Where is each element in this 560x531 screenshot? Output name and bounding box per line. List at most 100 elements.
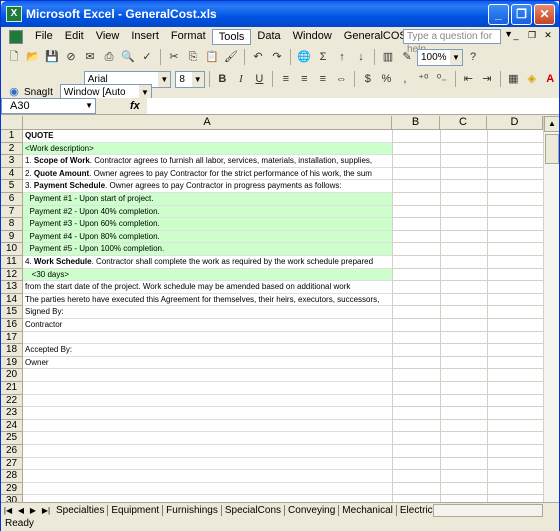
cell-a22[interactable] — [23, 395, 392, 408]
cell-a27[interactable] — [23, 458, 392, 471]
sheet-tab-specialcons[interactable]: SpecialCons — [222, 504, 286, 516]
cell-a2[interactable]: <Work description> — [23, 142, 392, 156]
format-painter-icon[interactable]: 🖌 — [222, 48, 240, 66]
paste-icon[interactable]: 📋 — [203, 48, 221, 66]
cell-a12[interactable]: <30 days> — [23, 268, 392, 282]
select-all-corner[interactable] — [1, 116, 23, 130]
row-header[interactable]: 7 — [1, 205, 23, 219]
row-header[interactable]: 25 — [1, 432, 23, 445]
row-header[interactable]: 18 — [1, 344, 23, 357]
first-sheet-icon[interactable]: |◀ — [4, 506, 12, 515]
cell-a29[interactable] — [23, 483, 392, 496]
column-header-a[interactable]: A — [23, 116, 392, 130]
cell-a4[interactable]: 2. Quote Amount. Owner agrees to pay Con… — [23, 168, 392, 181]
sort-ascending-icon[interactable]: ↑ — [333, 48, 351, 66]
cell-a23[interactable] — [23, 407, 392, 420]
sheet-tab-specialties[interactable]: Specialties — [53, 504, 109, 516]
menu-tools[interactable]: Tools — [211, 28, 252, 45]
redo-icon[interactable]: ↷ — [268, 48, 286, 66]
column-header-d[interactable]: D — [487, 116, 543, 130]
sort-descending-icon[interactable]: ↓ — [352, 48, 370, 66]
cell-a19[interactable]: Owner — [23, 357, 392, 370]
row-header[interactable]: 28 — [1, 470, 23, 483]
next-sheet-icon[interactable]: ▶ — [30, 506, 36, 515]
row-header[interactable]: 30 — [1, 495, 23, 502]
doc-minimize-icon[interactable]: _ — [509, 29, 523, 43]
cell-a20[interactable] — [23, 369, 392, 382]
row-header[interactable]: 26 — [1, 445, 23, 458]
cell-a28[interactable] — [23, 470, 392, 483]
row-header[interactable]: 14 — [1, 293, 23, 307]
doc-close-icon[interactable]: ✕ — [541, 29, 555, 43]
row-header[interactable]: 21 — [1, 382, 23, 395]
sheet-tab-conveying[interactable]: Conveying — [285, 504, 340, 516]
row-header[interactable]: 27 — [1, 457, 23, 471]
workbook-icon[interactable] — [9, 29, 23, 44]
cell-a13[interactable]: from the start date of the project. Work… — [23, 281, 392, 294]
close-button[interactable]: ✕ — [534, 4, 555, 25]
worksheet-grid[interactable]: A B C D 1 QUOTE 2 <Work description> 3 1. Sco… — [1, 116, 559, 502]
cell-a25[interactable] — [23, 432, 392, 445]
last-sheet-icon[interactable]: ▶| — [42, 506, 50, 515]
cell-a3[interactable]: 1. Scope of Work. Contractor agrees to f… — [23, 155, 392, 168]
cell-a21[interactable] — [23, 382, 392, 395]
hyperlink-icon[interactable]: 🌐 — [295, 48, 313, 66]
autosum-icon[interactable]: Σ — [314, 48, 332, 66]
copy-icon[interactable]: ⎘ — [184, 48, 202, 66]
menu-window[interactable]: Window — [287, 29, 338, 45]
cut-icon[interactable]: ✂ — [165, 48, 183, 66]
row-header[interactable]: 9 — [1, 230, 23, 244]
minimize-button[interactable]: _ — [488, 4, 509, 25]
cell-a1[interactable]: QUOTE — [23, 130, 392, 143]
cell-a14[interactable]: The parties hereto have executed this Ag… — [23, 294, 392, 307]
row-header[interactable]: 11 — [1, 256, 23, 269]
cell-a16[interactable]: Contractor — [23, 319, 392, 332]
row-header[interactable]: 23 — [1, 407, 23, 420]
cell-a15[interactable]: Signed By: — [23, 306, 392, 319]
scroll-up-icon[interactable]: ▲ — [544, 116, 559, 132]
email-icon[interactable]: ✉ — [81, 48, 99, 66]
snagit-label[interactable]: SnagIt — [24, 87, 53, 98]
row-header[interactable]: 1 — [1, 130, 23, 143]
cell-a10[interactable]: Payment #5 - Upon 100% completion. — [23, 243, 392, 256]
row-header[interactable]: 15 — [1, 306, 23, 319]
prev-sheet-icon[interactable]: ◀ — [18, 506, 24, 515]
menu-format[interactable]: Format — [165, 29, 212, 45]
menu-data[interactable]: Data — [251, 29, 286, 45]
help-icon[interactable]: ? — [464, 48, 482, 66]
row-header[interactable]: 8 — [1, 218, 23, 231]
menu-insert[interactable]: Insert — [125, 29, 165, 45]
row-header[interactable]: 3 — [1, 155, 23, 168]
new-icon[interactable]: 🗋 — [5, 48, 23, 66]
print-icon[interactable]: ⎙ — [100, 48, 118, 66]
print-preview-icon[interactable]: 🔍 — [119, 48, 137, 66]
row-header[interactable]: 24 — [1, 419, 23, 433]
drawing-icon[interactable]: ✎ — [398, 48, 416, 66]
fx-icon[interactable]: fx — [130, 100, 140, 112]
row-header[interactable]: 20 — [1, 369, 23, 382]
chart-wizard-icon[interactable]: ▥ — [379, 48, 397, 66]
doc-restore-icon[interactable]: ❐ — [525, 29, 539, 43]
permission-icon[interactable]: ⊘ — [62, 48, 80, 66]
ask-question-input[interactable]: Type a question for help — [403, 29, 501, 55]
cell-a18[interactable]: Accepted By: — [23, 344, 392, 357]
name-box[interactable]: A30 ▼ — [1, 98, 96, 114]
spelling-icon[interactable]: ✓ — [138, 48, 156, 66]
cell-a5[interactable]: 3. Payment Schedule. Owner agrees to pay… — [23, 180, 392, 193]
scroll-thumb[interactable] — [545, 134, 559, 164]
menu-view[interactable]: View — [90, 29, 126, 45]
column-header-b[interactable]: B — [392, 116, 440, 130]
row-header[interactable]: 10 — [1, 243, 23, 256]
cell-a30[interactable] — [23, 495, 392, 502]
cell-a8[interactable]: Payment #3 - Upon 60% completion. — [23, 218, 392, 231]
row-header[interactable]: 6 — [1, 193, 23, 206]
row-header[interactable]: 2 — [1, 142, 23, 156]
vertical-scrollbar[interactable]: ▲ — [543, 116, 559, 502]
sheet-tab-furnishings[interactable]: Furnishings — [163, 504, 222, 516]
row-header[interactable]: 19 — [1, 356, 23, 370]
row-header[interactable]: 13 — [1, 281, 23, 294]
cell-a11[interactable]: 4. Work Schedule. Contractor shall compl… — [23, 256, 392, 269]
cell-a6[interactable]: Payment #1 - Upon start of project. — [23, 193, 392, 206]
open-icon[interactable]: 📂 — [24, 48, 42, 66]
row-header[interactable]: 4 — [1, 167, 23, 181]
